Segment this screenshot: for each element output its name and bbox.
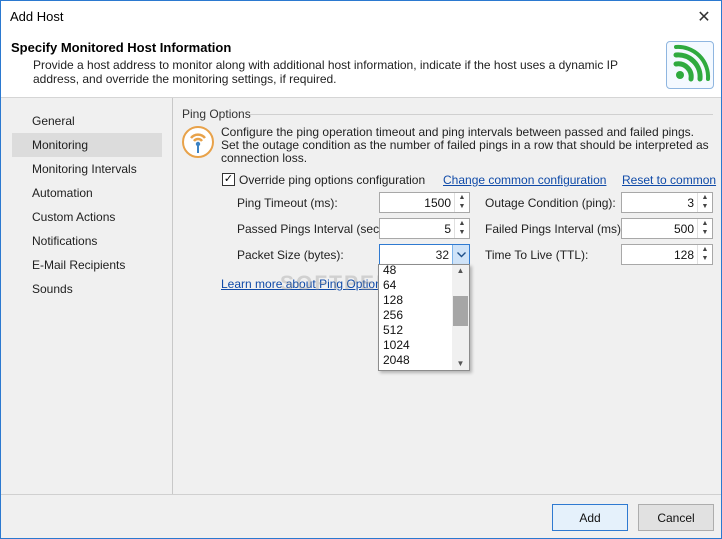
failed-interval-spinner[interactable]: ▲ ▼ [697, 219, 712, 238]
scrollbar-thumb[interactable] [453, 296, 468, 326]
spin-down-icon[interactable]: ▼ [455, 228, 469, 237]
packet-size-value: 32 [435, 248, 449, 262]
spin-down-icon[interactable]: ▼ [698, 202, 712, 211]
wifi-signal-icon [666, 41, 714, 89]
sidebar-item-monitoring-intervals[interactable]: Monitoring Intervals [12, 157, 162, 181]
dropdown-option[interactable]: 64 [383, 278, 396, 293]
sidebar-item-monitoring[interactable]: Monitoring [12, 133, 162, 157]
add-button[interactable]: Add [552, 504, 628, 531]
failed-interval-label: Failed Pings Interval (ms): [485, 222, 625, 236]
sidebar-item-sounds[interactable]: Sounds [12, 277, 162, 301]
passed-interval-value: 5 [444, 222, 451, 236]
ttl-value: 128 [673, 248, 694, 262]
packet-size-label: Packet Size (bytes): [237, 248, 344, 262]
spin-down-icon[interactable]: ▼ [698, 228, 712, 237]
spin-up-icon[interactable]: ▲ [698, 219, 712, 228]
sidebar-item-email-recipients[interactable]: E-Mail Recipients [12, 253, 162, 277]
spin-up-icon[interactable]: ▲ [698, 193, 712, 202]
header-title: Specify Monitored Host Information [11, 40, 232, 55]
spin-down-icon[interactable]: ▼ [698, 254, 712, 263]
outage-condition-field[interactable]: 3 ▲ ▼ [621, 192, 713, 213]
ttl-field[interactable]: 128 ▲ ▼ [621, 244, 713, 265]
group-title: Ping Options [182, 107, 251, 121]
ping-timeout-spinner[interactable]: ▲ ▼ [454, 193, 469, 212]
learn-more-link[interactable]: Learn more about Ping Options [221, 277, 388, 291]
dropdown-option[interactable]: 48 [383, 265, 396, 278]
window-title: Add Host [10, 9, 64, 24]
sidebar-item-notifications[interactable]: Notifications [12, 229, 162, 253]
failed-interval-value: 500 [673, 222, 694, 236]
packet-size-select[interactable]: 32 [379, 244, 470, 265]
override-checkbox[interactable]: ✓ [222, 173, 235, 186]
outage-condition-spinner[interactable]: ▲ ▼ [697, 193, 712, 212]
title-bar: Add Host ✕ [1, 1, 721, 32]
dropdown-option[interactable]: 512 [383, 323, 403, 338]
override-label: Override ping options configuration [239, 173, 426, 187]
dialog-header: Specify Monitored Host Information Provi… [1, 32, 721, 98]
outage-condition-label: Outage Condition (ping): [485, 196, 616, 210]
ttl-label: Time To Live (TTL): [485, 248, 589, 262]
ping-timeout-value: 1500 [424, 196, 451, 210]
packet-size-dropdown-list[interactable]: 48 64 128 256 512 1024 2048 ▲ ▼ [378, 264, 470, 371]
dialog-footer: Add Cancel [1, 494, 721, 538]
failed-interval-field[interactable]: 500 ▲ ▼ [621, 218, 713, 239]
close-button[interactable]: ✕ [687, 1, 721, 32]
ping-timeout-field[interactable]: 1500 ▲ ▼ [379, 192, 470, 213]
dropdown-option[interactable]: 128 [383, 293, 403, 308]
ttl-spinner[interactable]: ▲ ▼ [697, 245, 712, 264]
ping-icon [182, 126, 214, 158]
group-divider [250, 114, 713, 115]
outage-condition-value: 3 [687, 196, 694, 210]
cancel-button[interactable]: Cancel [638, 504, 714, 531]
spin-up-icon[interactable]: ▲ [698, 245, 712, 254]
sidebar-nav: General Monitoring Monitoring Intervals … [1, 98, 173, 494]
add-host-dialog: Add Host ✕ Specify Monitored Host Inform… [0, 0, 722, 539]
ping-timeout-label: Ping Timeout (ms): [237, 196, 338, 210]
chevron-down-icon[interactable] [452, 245, 469, 264]
header-description: Provide a host address to monitor along … [33, 58, 618, 86]
sidebar-item-automation[interactable]: Automation [12, 181, 162, 205]
dropdown-option[interactable]: 2048 [383, 353, 410, 368]
dropdown-option[interactable]: 256 [383, 308, 403, 323]
ping-description: Configure the ping operation timeout and… [221, 125, 709, 165]
sidebar-item-general[interactable]: General [12, 109, 162, 133]
dropdown-scrollbar[interactable]: ▲ ▼ [452, 265, 469, 370]
sidebar-item-custom-actions[interactable]: Custom Actions [12, 205, 162, 229]
monitoring-panel: Ping Options Configure the ping operatio… [174, 98, 721, 494]
passed-interval-spinner[interactable]: ▲ ▼ [454, 219, 469, 238]
spin-up-icon[interactable]: ▲ [455, 193, 469, 202]
change-common-configuration-link[interactable]: Change common configuration [443, 173, 606, 187]
passed-interval-field[interactable]: 5 ▲ ▼ [379, 218, 470, 239]
scroll-up-icon[interactable]: ▲ [452, 265, 469, 277]
passed-interval-label: Passed Pings Interval (sec): [237, 222, 387, 236]
dropdown-option[interactable]: 1024 [383, 338, 410, 353]
spin-down-icon[interactable]: ▼ [455, 202, 469, 211]
spin-up-icon[interactable]: ▲ [455, 219, 469, 228]
scroll-down-icon[interactable]: ▼ [452, 358, 469, 370]
reset-to-common-link[interactable]: Reset to common [622, 173, 716, 187]
